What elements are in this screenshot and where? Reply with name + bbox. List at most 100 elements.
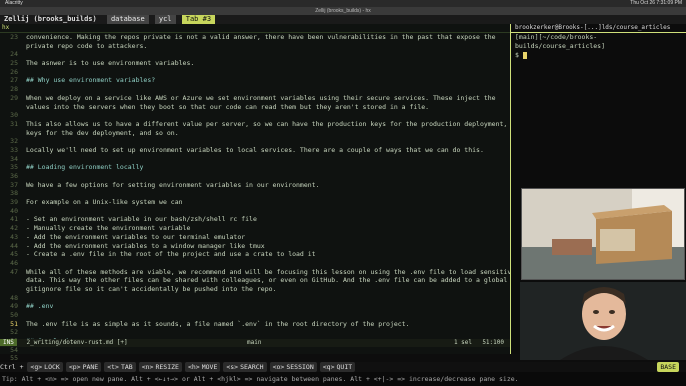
editor-line[interactable]: gitignore file so it can't accidentally …: [0, 285, 510, 294]
editor-line[interactable]: 50: [0, 311, 510, 320]
editor-line[interactable]: 44 - Add the environment variables to a w…: [0, 242, 510, 251]
line-text: ## .env: [26, 302, 54, 311]
keybind-label: SEARCH: [240, 363, 264, 371]
line-number: 23: [10, 33, 18, 41]
line-text: For example on a Unix-like system we can: [26, 198, 183, 207]
room-photo: [522, 189, 684, 279]
editor-line[interactable]: keys for the dev deployment, and so on.: [0, 129, 510, 138]
line-text: - Set an environment variable in our bas…: [26, 215, 257, 224]
prompt-symbol: $: [515, 51, 519, 59]
line-number: 42: [10, 224, 18, 233]
line-text: values into the servers when they boot s…: [26, 102, 430, 111]
editor-line[interactable]: 48: [0, 294, 510, 303]
line-number: 25: [10, 59, 18, 68]
tab-bar: Zellij (brooks_builds) database ycl Tab …: [0, 15, 686, 24]
line-text: - Add the environment variables to a win…: [26, 241, 265, 250]
tip-bar: Tip: Alt + <n> => open new pane. Alt + <…: [0, 372, 686, 386]
line-text: The .env file is as simple as it sounds,…: [26, 319, 410, 328]
prompt-path: [main][~/code/brooks-builds/course_artic…: [515, 33, 606, 50]
line-text: ## Loading environment locally: [26, 163, 144, 172]
git-branch: main: [247, 339, 262, 346]
editor-line[interactable]: 36: [0, 172, 510, 181]
keybind-search[interactable]: <s> SEARCH: [223, 362, 267, 372]
terminal-cursor: [522, 51, 527, 59]
editor-line[interactable]: 41 - Set an environment variable in our b…: [0, 215, 510, 224]
keybind-tab[interactable]: <t> TAB: [104, 362, 136, 372]
keybind-lock[interactable]: <g> LOCK: [27, 362, 63, 372]
editor-buffer[interactable]: 23 convenience. Making the repos private …: [0, 33, 510, 381]
line-number: 39: [10, 198, 18, 207]
editor-line[interactable]: 28: [0, 85, 510, 94]
editor-line[interactable]: 40: [0, 207, 510, 216]
editor-line[interactable]: values into the servers when they boot s…: [0, 103, 510, 112]
line-text: - Add the environment variables to our t…: [26, 232, 246, 241]
keybind-label: RESIZE: [155, 363, 179, 371]
editor-line[interactable]: 29 When we deploy on a service like AWS o…: [0, 94, 510, 103]
line-text: ## Why use environment variables?: [26, 76, 156, 85]
app-name[interactable]: Alacritty: [5, 0, 23, 7]
keybind-session[interactable]: <o> SESSION: [269, 362, 317, 372]
line-number: 40: [10, 206, 18, 215]
editor-line[interactable]: 52: [0, 328, 510, 337]
line-number: 41: [10, 215, 18, 224]
editor-line[interactable]: 33 Locally we'll need to set up environme…: [0, 146, 510, 155]
editor-line[interactable]: 49 ## .env: [0, 302, 510, 311]
editor-line[interactable]: 23 convenience. Making the repos private …: [0, 33, 510, 42]
editor-line[interactable]: 42 - Manually create the environment vari…: [0, 224, 510, 233]
keybind-resize[interactable]: <n> RESIZE: [138, 362, 182, 372]
line-number: 44: [10, 241, 18, 250]
editor-line[interactable]: 51 The .env file is as simple as it sound…: [0, 320, 510, 329]
keybind-quit[interactable]: <q> QUIT: [319, 362, 356, 372]
line-number: 48: [10, 293, 18, 302]
editor-line[interactable]: 27 ## Why use environment variables?: [0, 76, 510, 85]
line-number: 45: [10, 250, 18, 259]
editor-line[interactable]: 43 - Add the environment variables to our…: [0, 233, 510, 242]
editor-line[interactable]: 24: [0, 50, 510, 59]
keybind-pane[interactable]: <p> PANE: [65, 362, 102, 372]
editor-line[interactable]: 32: [0, 137, 510, 146]
line-number: 26: [10, 67, 18, 76]
os-menu-bar: Alacritty Thu Oct 26 7:31:09 PM: [0, 0, 686, 7]
editor-line[interactable]: private repo code to attackers.: [0, 42, 510, 51]
editor-line[interactable]: data. This way the other files can be sh…: [0, 276, 510, 285]
editor-line[interactable]: 54: [0, 346, 510, 355]
editor-line[interactable]: 34: [0, 155, 510, 164]
line-number: 52: [10, 328, 18, 337]
line-number: 33: [10, 145, 18, 154]
editor-line[interactable]: 39 For example on a Unix-like system we c…: [0, 198, 510, 207]
line-text: While all of these methods are viable, w…: [26, 267, 510, 276]
editor-line[interactable]: 25 The asnwer is to use environment varia…: [0, 59, 510, 68]
window-title: Zellij (brooks_builds) - hx: [0, 7, 686, 15]
keybind-move[interactable]: <h> MOVE: [184, 362, 221, 372]
editor-line[interactable]: 38: [0, 189, 510, 198]
cursor-position: 51:100: [482, 339, 504, 346]
line-number: 54: [10, 345, 18, 354]
line-number: 50: [10, 311, 18, 319]
keybind-key: <t>: [107, 363, 119, 371]
editor-line[interactable]: 30: [0, 111, 510, 120]
line-text: private repo code to attackers.: [26, 41, 148, 50]
line-number: 49: [10, 302, 18, 311]
line-text: - Create a .env file in the root of the …: [26, 250, 316, 259]
line-text: - Manually create the environment variab…: [26, 224, 191, 233]
tab-3[interactable]: Tab #3: [181, 15, 216, 24]
editor-line[interactable]: 47 While all of these methods are viable,…: [0, 268, 510, 277]
editor-line[interactable]: 46: [0, 259, 510, 268]
line-number: 29: [10, 93, 18, 102]
keybind-key: <n>: [141, 363, 154, 371]
line-number: 38: [10, 189, 18, 198]
tab-database[interactable]: database: [106, 15, 149, 24]
editor-line[interactable]: 26: [0, 68, 510, 77]
editor-line[interactable]: 35 ## Loading environment locally: [0, 163, 510, 172]
tab-ycl[interactable]: ycl: [154, 15, 176, 24]
line-number: 31: [10, 119, 18, 128]
editor-line[interactable]: 31 This also allows us to have a differen…: [0, 120, 510, 129]
line-number: 27: [10, 76, 18, 85]
file-path: 2_writing/dotenv-rust.md [+]: [26, 339, 128, 346]
editor-line[interactable]: 45 - Create a .env file in the root of th…: [0, 250, 510, 259]
line-text: We have a few options for setting enviro…: [26, 180, 320, 189]
line-text: The asnwer is to use environment variabl…: [26, 59, 195, 68]
editor-pane[interactable]: hx 23 convenience. Making the repos priva…: [0, 24, 511, 380]
editor-line[interactable]: 37 We have a few options for setting envi…: [0, 181, 510, 190]
clock: Thu Oct 26 7:31:09 PM: [630, 0, 682, 6]
